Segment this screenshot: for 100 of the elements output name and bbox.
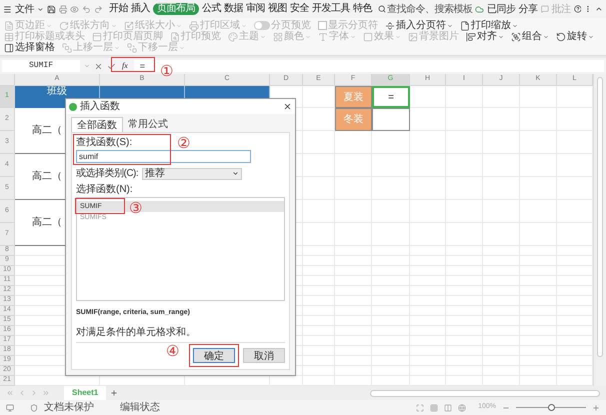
ribbon-button[interactable]: 组合	[522, 31, 542, 42]
share-button[interactable]: 分享	[518, 2, 538, 16]
function-button[interactable]: fx	[120, 60, 130, 72]
ribbon-tab[interactable]: 公式	[202, 3, 221, 15]
cloud-icon	[475, 4, 484, 14]
ribbon-tab[interactable]: 页面布局	[152, 3, 199, 15]
preview-icon[interactable]	[70, 4, 80, 14]
dialog-tab[interactable]: 常用公式	[123, 117, 173, 132]
ribbon-tab[interactable]: 开发工具	[312, 3, 350, 15]
resize-icon	[124, 20, 134, 30]
table-cell: 夏装	[335, 86, 372, 108]
ribbon-button[interactable]: 插入分页符	[396, 20, 446, 31]
next-sheet-icon[interactable]	[30, 389, 38, 397]
monitor-icon[interactable]	[6, 404, 14, 412]
ribbon-button[interactable]: 打印缩放	[471, 20, 511, 31]
app-icon	[69, 102, 77, 110]
dialog-button[interactable]: 确定	[193, 348, 235, 363]
search-field[interactable]: sumif	[76, 150, 251, 163]
table-cell	[483, 86, 520, 108]
caret-icon[interactable]	[232, 170, 240, 177]
font-icon	[318, 32, 328, 42]
square-icon	[363, 32, 373, 42]
step-number: ④	[166, 344, 180, 359]
grid-icon	[273, 32, 283, 42]
ribbon-tab[interactable]: 特色	[352, 3, 372, 15]
file-menu[interactable]: 文件	[14, 2, 34, 16]
table-icon	[4, 32, 14, 42]
page-icon	[460, 20, 470, 30]
menu-icon[interactable]	[3, 4, 12, 14]
group-icon	[511, 32, 521, 42]
align-icon	[466, 32, 476, 42]
table-cell	[410, 86, 446, 108]
table-cell	[372, 131, 410, 154]
printer-icon[interactable]	[58, 4, 68, 14]
close-icon[interactable]	[283, 102, 292, 111]
table-cell	[410, 131, 446, 154]
sync-status[interactable]: 已同步	[487, 2, 516, 16]
mode-status: 编辑状态	[120, 400, 160, 415]
protection-status[interactable]: 文档未保护	[44, 400, 94, 415]
collapse-icon[interactable]	[595, 5, 604, 13]
ribbon-tab[interactable]: 开始	[108, 3, 128, 15]
caret-icon[interactable]	[36, 6, 44, 12]
name-box[interactable]: SUMIF	[2, 60, 80, 72]
previous-sheet-icon[interactable]	[18, 389, 26, 397]
shield-icon	[30, 404, 38, 412]
panel-icon	[4, 42, 14, 52]
table-cell	[446, 86, 483, 108]
sheet-tab[interactable]: Sheet1	[64, 386, 106, 400]
globe-icon[interactable]	[458, 404, 466, 412]
split-icon	[385, 20, 395, 30]
grid-icon[interactable]	[430, 404, 438, 412]
add-sheet-icon[interactable]	[110, 389, 118, 397]
ribbon-tab[interactable]: 视图	[268, 3, 287, 15]
comment-button[interactable]: 批注	[552, 2, 570, 16]
category-select[interactable]: 推荐	[142, 168, 242, 180]
last-sheet-icon[interactable]	[42, 389, 50, 397]
step-number: ②	[177, 136, 190, 151]
check-icon[interactable]	[107, 62, 116, 70]
undo-icon[interactable]	[82, 4, 91, 14]
first-sheet-icon[interactable]	[6, 389, 14, 397]
rotate-icon	[556, 32, 566, 42]
dialog-tab[interactable]: 全部函数	[71, 117, 123, 132]
ribbon-button[interactable]: 旋转	[567, 31, 587, 42]
ribbon-tab[interactable]: 插入	[130, 3, 150, 15]
highlight-frame	[111, 57, 155, 72]
zoom-in-icon[interactable]	[592, 404, 600, 412]
comment-icon	[540, 5, 548, 13]
help-icon[interactable]	[574, 5, 582, 13]
fullscreen-icon[interactable]	[416, 404, 424, 412]
image-icon	[408, 32, 418, 42]
columns-icon[interactable]	[444, 404, 452, 412]
layers-icon	[62, 42, 72, 52]
highlight-frame	[189, 344, 239, 367]
ribbon-button[interactable]: 对齐	[477, 31, 497, 42]
preview-icon	[170, 32, 180, 42]
table-cell: 冬装	[335, 108, 372, 131]
dialog-button[interactable]: 取消	[243, 348, 285, 363]
search-icon	[378, 5, 386, 13]
slider-thumb[interactable]	[548, 404, 555, 411]
ribbon-button[interactable]: 选择窗格	[15, 42, 55, 53]
layers-icon	[127, 42, 137, 52]
rotate-icon	[59, 20, 69, 30]
printer-icon	[189, 20, 199, 30]
ribbon-tab[interactable]: 安全	[290, 3, 309, 15]
horizontal-scrollbar[interactable]	[370, 390, 600, 396]
table-cell	[520, 86, 557, 108]
palette-icon	[228, 32, 238, 42]
ribbon-tab[interactable]: 数据	[224, 3, 243, 15]
page-icon	[4, 20, 14, 30]
table-cell	[410, 108, 446, 131]
vertical-scrollbar[interactable]	[593, 74, 606, 386]
function-description: 对满足条件的单元格求和。	[76, 326, 197, 340]
save-icon[interactable]	[46, 4, 56, 14]
redo-icon[interactable]	[94, 4, 103, 14]
search-field[interactable]: 查找命令、搜索模板	[378, 2, 472, 16]
ribbon-tab[interactable]: 审阅	[246, 3, 265, 15]
table-cell: =	[372, 86, 410, 108]
table-cell	[335, 131, 372, 154]
corner-cell[interactable]	[0, 74, 15, 86]
table-cell	[303, 131, 335, 154]
